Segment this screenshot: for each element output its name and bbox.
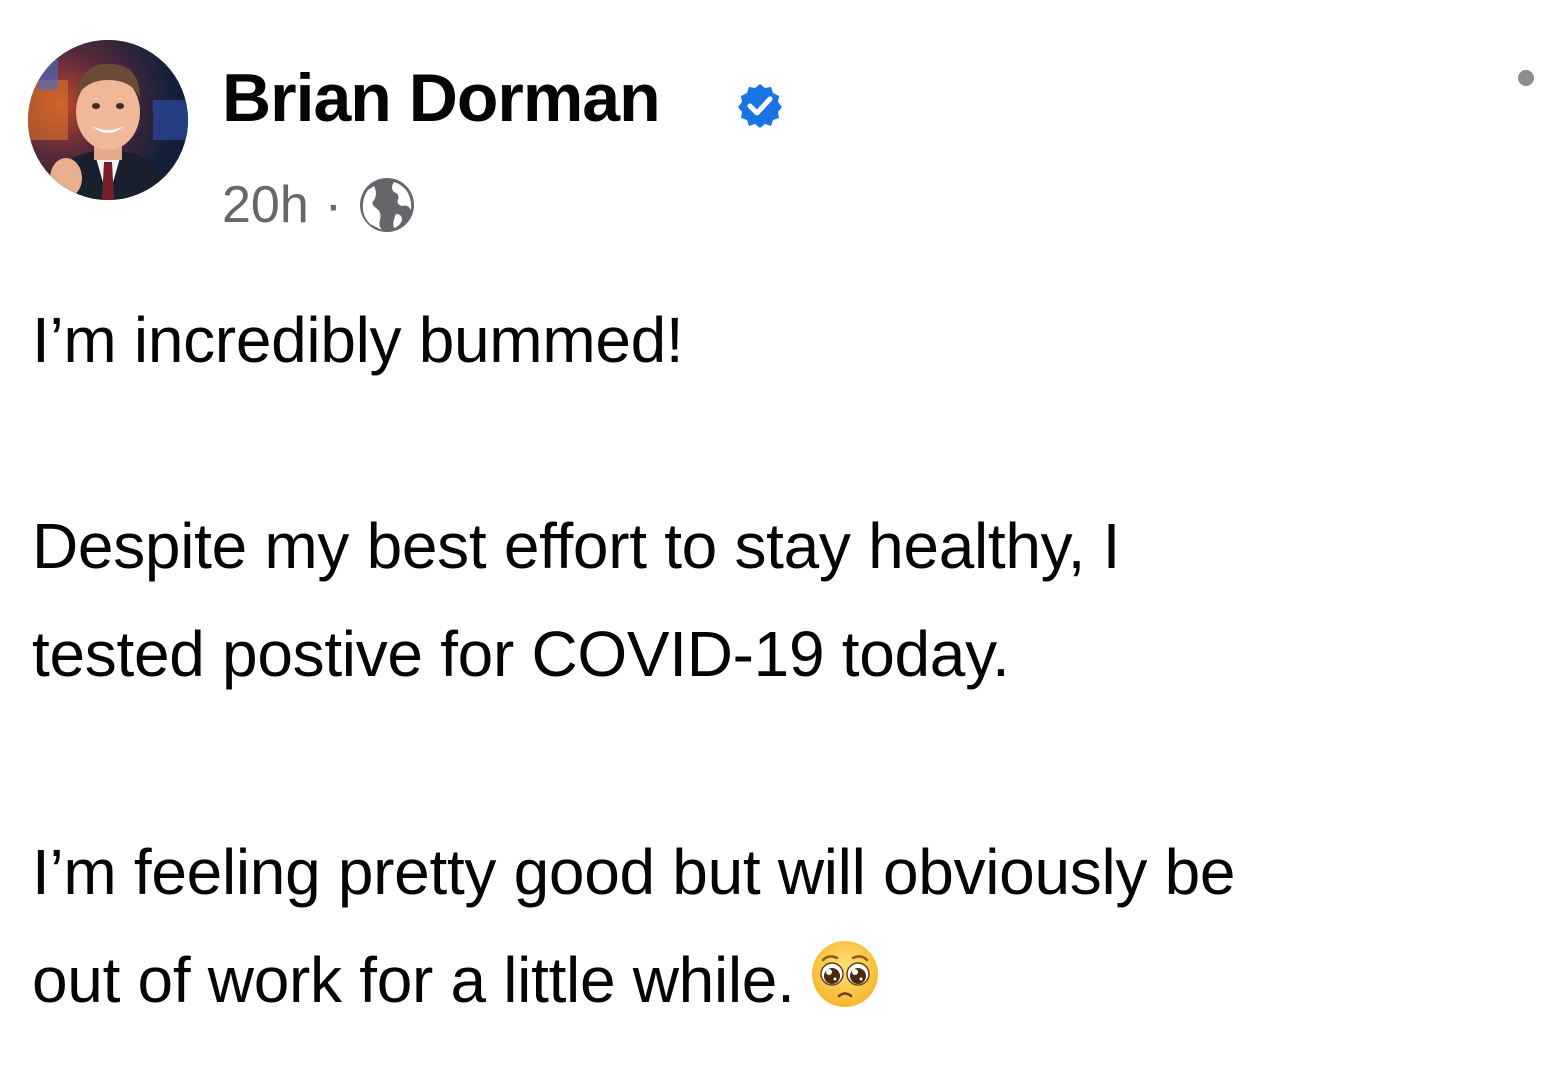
post-text-line: I’m incredibly bummed! — [32, 304, 684, 376]
post-meta: 20h · — [222, 170, 418, 240]
post-text-line: Despite my best effort to stay healthy, … — [32, 510, 1121, 582]
author-name[interactable]: Brian Dorman — [222, 58, 661, 138]
more-options-icon[interactable] — [1508, 60, 1544, 96]
avatar[interactable] — [28, 40, 188, 200]
meta-separator: · — [324, 176, 343, 234]
post-text-line: out of work for a little while. — [32, 944, 795, 1016]
pleading-face-emoji-icon — [811, 941, 878, 1007]
post-text-line: I’m feeling pretty good but will obvious… — [32, 836, 1236, 908]
post-paragraph: I’m feeling pretty good but will obvious… — [32, 818, 1235, 1034]
post-paragraph: Despite my best effort to stay healthy, … — [32, 492, 1120, 708]
verified-badge-icon — [738, 84, 782, 128]
timestamp[interactable]: 20h — [222, 170, 309, 240]
post-text-line: tested postive for COVID-19 today. — [32, 618, 1010, 690]
globe-icon[interactable] — [356, 174, 418, 236]
post-text-line-with-emoji: out of work for a little while. — [32, 926, 1235, 1034]
facebook-post: Brian Dorman 20h · I’m incredibly bummed… — [0, 0, 1546, 1072]
